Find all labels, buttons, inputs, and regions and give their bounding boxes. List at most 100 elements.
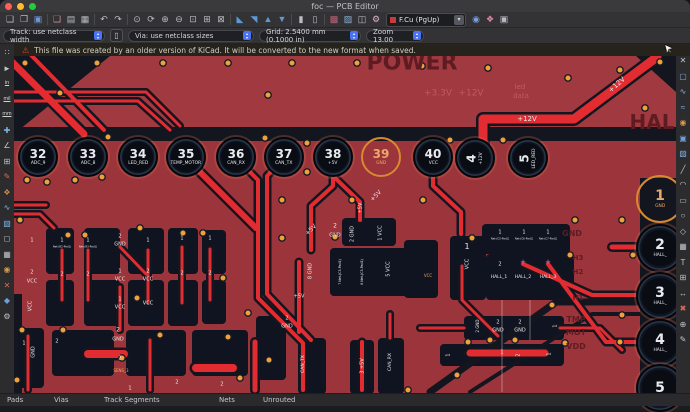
selection-tool-icon[interactable]: ► [1, 62, 14, 75]
via[interactable] [354, 60, 360, 66]
print-icon[interactable]: ▤ [64, 13, 78, 26]
via[interactable] [266, 357, 272, 363]
via[interactable] [279, 197, 285, 203]
via[interactable] [549, 302, 555, 308]
via[interactable] [134, 295, 140, 301]
measure-tool-icon[interactable]: ✎ [677, 333, 690, 346]
grid-select[interactable]: Grid: 2.5400 mm (0.1000 in) ▴▾ [259, 30, 361, 42]
pcb-pad-40-VCC[interactable]: 40VCC [413, 137, 453, 177]
new-board-icon[interactable]: ❏ [3, 13, 17, 26]
via[interactable] [24, 177, 30, 183]
layer-selector[interactable]: F.Cu (PgUp) ▾ [386, 13, 466, 27]
zoom-page-icon[interactable]: ⊞ [200, 13, 214, 26]
stepper-icon[interactable]: ▴▾ [413, 31, 421, 40]
page-settings-icon[interactable]: ❑ [50, 13, 64, 26]
titlebar[interactable]: foc — PCB Editor [0, 0, 690, 12]
via[interactable] [17, 217, 23, 223]
local-ratsnest-icon[interactable]: ❖ [1, 186, 14, 199]
redo-icon[interactable]: ↷ [111, 13, 125, 26]
pcb-pad-4-+12V[interactable]: 4+12V [455, 138, 495, 178]
via[interactable] [617, 339, 623, 345]
via[interactable] [304, 140, 310, 146]
rotate-cw-icon[interactable]: ◥ [247, 13, 261, 26]
update-pcb-from-schematic-icon[interactable]: ▩ [327, 13, 341, 26]
via-size-select[interactable]: Via: use netclass sizes ▴▾ [128, 30, 254, 42]
via[interactable] [487, 337, 493, 343]
via[interactable] [619, 217, 625, 223]
pad-sketch-mode-icon[interactable]: ◻ [1, 232, 14, 245]
via[interactable] [565, 75, 571, 81]
via[interactable] [94, 60, 100, 66]
via[interactable] [289, 60, 295, 66]
via[interactable] [572, 217, 578, 223]
highlight-net-icon[interactable]: ✎ [1, 170, 14, 183]
find-icon[interactable]: ⊙ [130, 13, 144, 26]
via-display-icon[interactable]: ◆ [1, 294, 14, 307]
via[interactable] [245, 310, 251, 316]
units-mils-icon[interactable]: mil [1, 93, 14, 106]
unlock-icon[interactable]: ▯ [308, 13, 322, 26]
outline-mode-icon[interactable]: ▧ [1, 217, 14, 230]
grid-dots-toggle-icon[interactable]: ∷ [1, 46, 14, 59]
track-width-select[interactable]: Track: use netclass width ▴▾ [3, 30, 105, 42]
pcb-pad-5-LED_RED[interactable]: 5LED_RED [508, 138, 548, 178]
add-image-icon[interactable]: ▦ [677, 240, 690, 253]
via[interactable] [657, 59, 663, 65]
via[interactable] [262, 135, 268, 141]
via[interactable] [19, 327, 25, 333]
via[interactable] [105, 134, 111, 140]
pcb-pad-32-ADC_9[interactable]: 32ADC_9 [18, 137, 58, 177]
via[interactable] [617, 67, 623, 73]
pcb-pad-38-+5V[interactable]: 38+5V [313, 137, 353, 177]
plot-icon[interactable]: ▦ [78, 13, 92, 26]
refresh-view-icon[interactable]: ⟳ [144, 13, 158, 26]
add-text-icon[interactable]: T [677, 256, 690, 269]
via[interactable] [304, 169, 310, 175]
zoom-in-icon[interactable]: ⊕ [158, 13, 172, 26]
via[interactable] [57, 90, 63, 96]
net-inspector-icon[interactable]: ◉ [469, 13, 483, 26]
via[interactable] [14, 377, 20, 383]
units-mm-icon[interactable]: mm [1, 108, 14, 121]
stepper-icon[interactable]: ▴▾ [243, 31, 251, 40]
via[interactable] [225, 334, 231, 340]
via[interactable] [642, 105, 648, 111]
via[interactable] [485, 65, 491, 71]
zoom-selection-icon[interactable]: ⊠ [214, 13, 228, 26]
via[interactable] [137, 225, 143, 231]
via[interactable] [220, 275, 226, 281]
footprint-appearance-icon[interactable]: ❖ [483, 13, 497, 26]
stepper-icon[interactable]: ▴▾ [94, 31, 102, 40]
via[interactable] [349, 197, 355, 203]
undo-icon[interactable]: ↶ [97, 13, 111, 26]
via[interactable] [22, 60, 28, 66]
add-arc-icon[interactable]: ◠ [677, 178, 690, 191]
delete-tool-icon[interactable]: ✖ [677, 302, 690, 315]
magnetic-snap-icon[interactable]: ◉ [1, 263, 14, 276]
via[interactable] [265, 92, 271, 98]
via[interactable] [44, 179, 50, 185]
pcb-pad-35-TEMP_MOTOR[interactable]: 35TEMP_MOTOR [166, 137, 206, 177]
via[interactable] [619, 312, 625, 318]
select-area-icon[interactable]: ▢ [677, 70, 690, 83]
zoom-out-icon[interactable]: ⊖ [172, 13, 186, 26]
via[interactable] [454, 372, 460, 378]
measure-angle-icon[interactable]: ∠ [1, 139, 14, 152]
via[interactable] [279, 235, 285, 241]
design-rules-icon[interactable]: ⚙ [369, 13, 383, 26]
add-textbox-icon[interactable]: ⊞ [677, 271, 690, 284]
lock-icon[interactable]: ▮ [294, 13, 308, 26]
rotate-ccw-icon[interactable]: ◣ [233, 13, 247, 26]
via[interactable] [60, 327, 66, 333]
pcb-canvas[interactable]: 32ADC_933ADC_834LED_RED35TEMP_MOTOR36CAN… [0, 0, 690, 405]
scripting-console-icon[interactable]: ▣ [497, 13, 511, 26]
add-line-icon[interactable]: ╱ [677, 163, 690, 176]
via[interactable] [465, 339, 471, 345]
via[interactable] [72, 177, 78, 183]
pcb-pad-39-GND[interactable]: 39GND [361, 137, 401, 177]
zoom-fit-icon[interactable]: ⊡ [186, 13, 200, 26]
stepper-icon[interactable]: ▴▾ [350, 31, 358, 40]
pan-move-icon[interactable]: ⊞ [1, 155, 14, 168]
save-board-icon[interactable]: ▣ [31, 13, 45, 26]
pcb-pad-33-ADC_8[interactable]: 33ADC_8 [68, 137, 108, 177]
